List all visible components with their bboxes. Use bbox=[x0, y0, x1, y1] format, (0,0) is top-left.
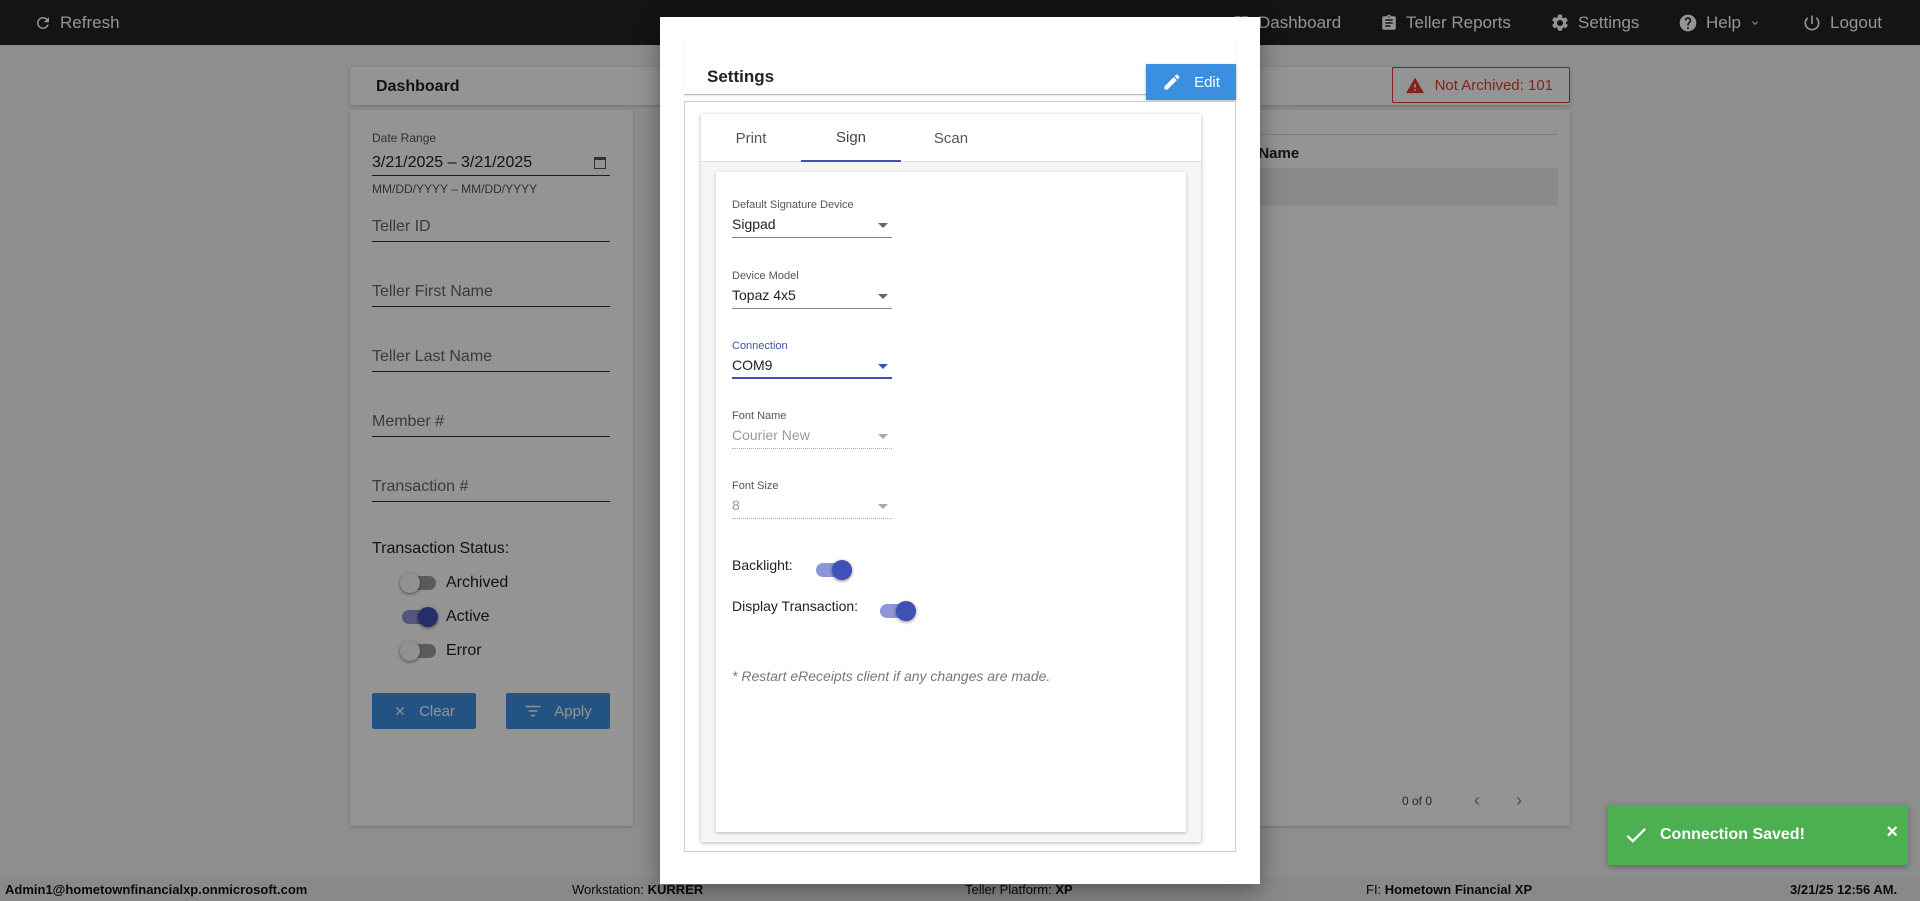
default-signature-device-select[interactable]: Sigpad bbox=[732, 214, 892, 238]
font-size-label: Font Size bbox=[732, 480, 779, 492]
select-value: Courier New bbox=[732, 427, 810, 443]
display-transaction-toggle[interactable] bbox=[880, 601, 916, 621]
dropdown-arrow-icon bbox=[878, 223, 888, 228]
pencil-icon bbox=[1164, 74, 1180, 90]
font-size-select: 8 bbox=[732, 495, 892, 519]
select-value: Sigpad bbox=[732, 216, 776, 232]
connection-select[interactable]: COM9 bbox=[732, 355, 892, 379]
settings-card: Print Sign Scan Default Signature Device… bbox=[701, 114, 1201, 842]
dropdown-arrow-icon bbox=[878, 434, 888, 439]
tab-print[interactable]: Print bbox=[701, 114, 801, 162]
success-toast: Connection Saved! × bbox=[1608, 805, 1908, 865]
default-signature-device-label: Default Signature Device bbox=[732, 199, 854, 211]
font-name-select: Courier New bbox=[732, 425, 892, 449]
tab-scan[interactable]: Scan bbox=[901, 114, 1001, 162]
backlight-label: Backlight: bbox=[732, 557, 793, 573]
select-value: 8 bbox=[732, 497, 740, 513]
backlight-toggle[interactable] bbox=[816, 560, 852, 580]
device-model-select[interactable]: Topaz 4x5 bbox=[732, 285, 892, 309]
dropdown-arrow-icon bbox=[878, 504, 888, 509]
toast-close-button[interactable]: × bbox=[1886, 821, 1898, 844]
sign-settings-panel: Default Signature Device Sigpad Device M… bbox=[716, 172, 1186, 832]
settings-tabs: Print Sign Scan bbox=[701, 114, 1201, 162]
checkmark-icon bbox=[1626, 828, 1646, 843]
edit-button[interactable]: Edit bbox=[1146, 64, 1236, 100]
connection-label: Connection bbox=[732, 340, 788, 352]
font-name-label: Font Name bbox=[732, 410, 787, 422]
settings-dialog-header: Settings Edit bbox=[684, 41, 1236, 100]
device-model-label: Device Model bbox=[732, 270, 799, 282]
edit-label: Edit bbox=[1194, 73, 1220, 91]
dropdown-arrow-icon bbox=[878, 364, 888, 369]
tab-sign[interactable]: Sign bbox=[801, 114, 901, 162]
display-transaction-label: Display Transaction: bbox=[732, 598, 859, 614]
select-value: COM9 bbox=[732, 357, 773, 373]
settings-dialog: Settings Edit Print Sign Scan Default Si… bbox=[660, 17, 1260, 884]
dialog-title: Settings bbox=[707, 67, 775, 86]
restart-note: * Restart eReceipts client if any change… bbox=[732, 668, 1051, 684]
toast-message: Connection Saved! bbox=[1660, 826, 1805, 843]
dropdown-arrow-icon bbox=[878, 294, 888, 299]
select-value: Topaz 4x5 bbox=[732, 287, 796, 303]
settings-dialog-body: Print Sign Scan Default Signature Device… bbox=[684, 101, 1236, 852]
